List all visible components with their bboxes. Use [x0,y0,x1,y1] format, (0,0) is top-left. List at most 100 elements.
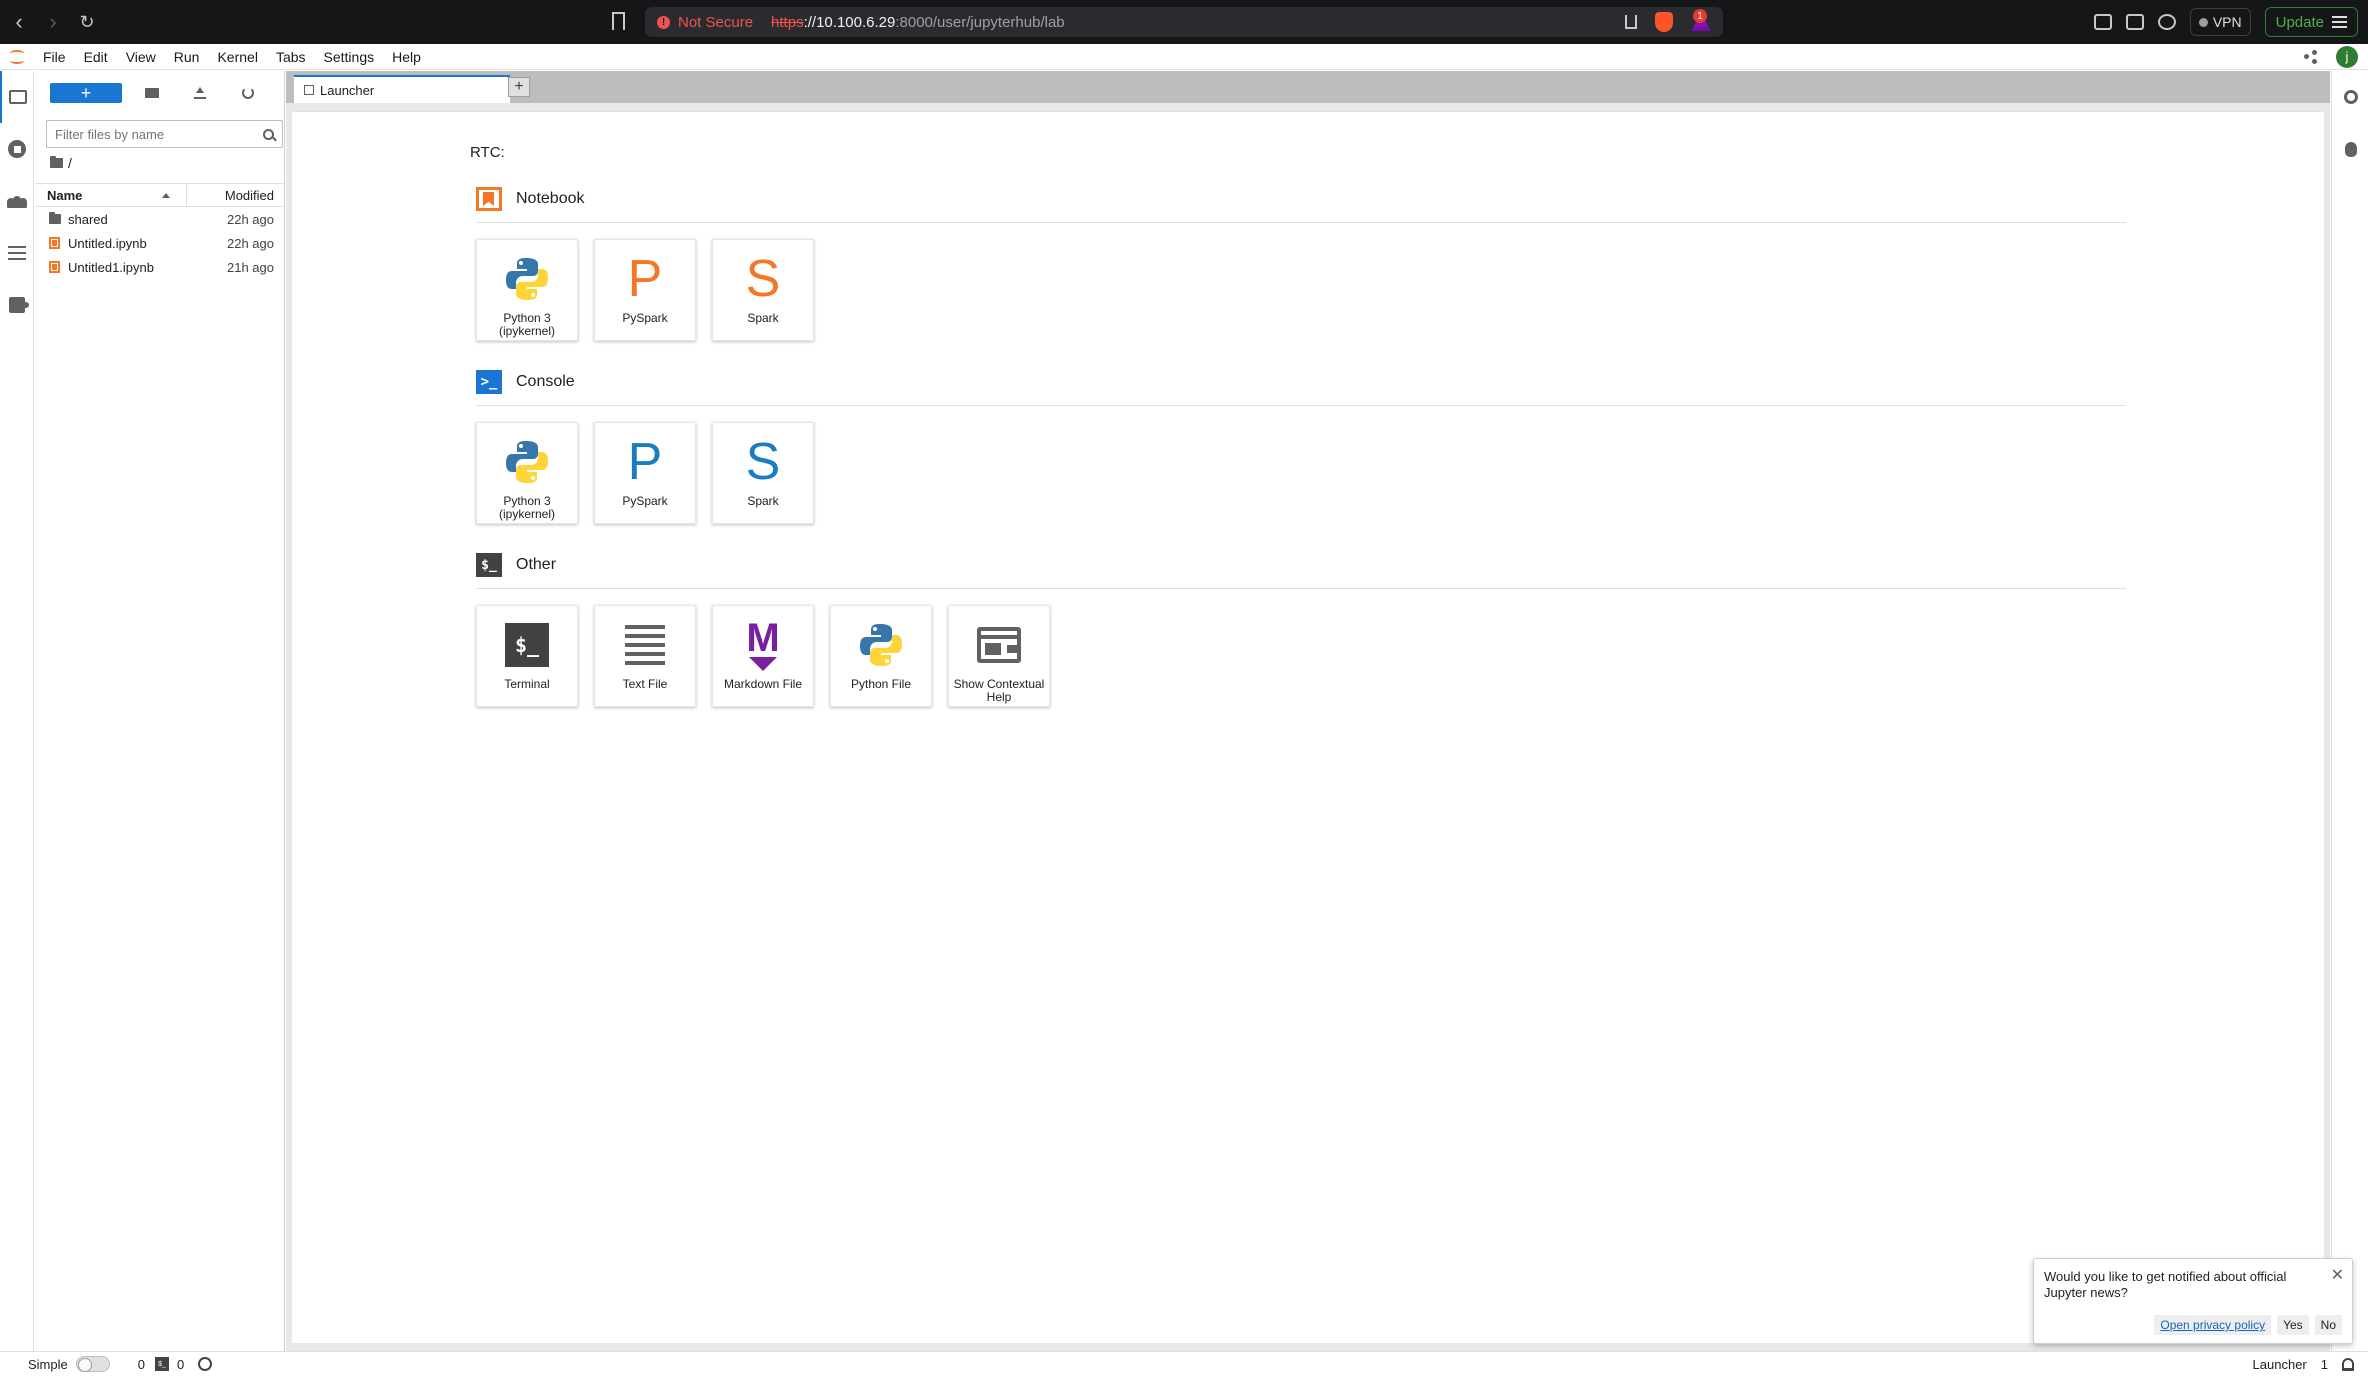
url-path: :8000/user/jupyterhub/lab [895,13,1065,31]
text-file-card[interactable]: Text File [594,605,696,707]
user-avatar[interactable]: j [2336,45,2358,68]
left-activity-bar [0,71,34,1351]
new-launcher-button[interactable]: + [50,83,122,103]
wallet-icon[interactable] [2125,14,2144,30]
reload-button[interactable]: ↻ [72,7,102,37]
menu-run[interactable]: Run [165,44,209,70]
contextual-help-card[interactable]: Show Contextual Help [948,605,1050,707]
terminal-icon: $_ [505,623,549,667]
sort-ascending-icon [162,192,170,198]
notification-count[interactable]: 1 [2321,1357,2328,1372]
upload-button[interactable] [176,81,224,105]
url-scheme: https [771,13,804,31]
refresh-button[interactable] [224,81,272,105]
menu-help[interactable]: Help [383,44,430,70]
notebook-icon [476,187,502,211]
notebook-python3-card[interactable]: Python 3 (ipykernel) [476,239,578,341]
property-inspector-tab[interactable] [2332,71,2368,123]
menu-edit[interactable]: Edit [75,44,117,70]
globe-icon[interactable] [198,1357,213,1371]
notebook-pyspark-card[interactable]: P PySpark [594,239,696,341]
modified-column-header[interactable]: Modified [187,188,284,203]
python-file-card[interactable]: Python File [830,605,932,707]
python-logo-icon [500,435,554,489]
vpn-button[interactable]: VPN [2189,8,2251,36]
simple-mode-label: Simple [28,1356,68,1372]
file-row-shared[interactable]: shared 22h ago [35,207,284,231]
simple-mode-toggle[interactable] [75,1356,110,1372]
home-folder-icon[interactable] [50,156,63,168]
back-button[interactable]: ‹ [4,7,34,37]
brave-shields-icon[interactable] [1655,12,1673,32]
menu-settings[interactable]: Settings [315,44,384,70]
privacy-policy-link[interactable]: Open privacy policy [2154,1315,2272,1335]
table-of-contents-tab[interactable] [0,227,34,279]
forward-button[interactable]: › [38,7,68,37]
section-divider [476,405,2126,406]
file-browser-tab[interactable] [0,71,34,123]
no-button[interactable]: No [2314,1315,2342,1335]
warning-icon: ! [657,15,670,29]
tab-bar: Launcher + [286,71,2330,103]
security-indicator[interactable]: ! Not Secure [657,14,753,31]
tab-launcher[interactable]: Launcher [294,75,510,103]
other-section: $_ Other $_ Terminal Text File M Markdow… [476,552,2126,707]
refresh-icon [242,87,254,99]
breadcrumb: / [35,148,284,178]
name-column-header[interactable]: Name [35,184,187,206]
yes-button[interactable]: Yes [2277,1315,2309,1335]
file-browser-panel: + / Name Modified shared 22h ago Untitle… [35,71,285,1351]
console-python3-card[interactable]: Python 3 (ipykernel) [476,422,578,524]
active-document-label: Launcher [2252,1356,2307,1372]
bell-icon[interactable] [2342,1357,2354,1371]
menu-kernel[interactable]: Kernel [208,44,266,70]
vpn-status-icon [2198,17,2208,27]
running-sessions-tab[interactable] [0,123,34,175]
kernel-count[interactable]: 0 [138,1357,145,1372]
close-notification-button[interactable]: ✕ [2331,1265,2344,1285]
file-row-untitled[interactable]: Untitled.ipynb 22h ago [35,231,284,255]
markdown-file-card[interactable]: M Markdown File [712,605,814,707]
contextual-help-icon [977,627,1021,663]
gear-icon [2343,90,2358,104]
debugger-tab[interactable] [2332,123,2368,175]
menu-file[interactable]: File [34,44,75,70]
update-menu-button[interactable]: Update [2264,7,2358,37]
rtc-label: RTC: [470,144,505,161]
url-scheme-separator: :// [803,13,817,31]
file-row-untitled1[interactable]: Untitled1.ipynb 21h ago [35,255,284,279]
notebook-spark-card[interactable]: S Spark [712,239,814,341]
console-pyspark-card[interactable]: P PySpark [594,422,696,524]
terminal-count[interactable]: 0 [177,1357,184,1372]
section-divider [476,222,2126,223]
python-logo-icon [854,618,908,672]
news-notification: Would you like to get notified about off… [2033,1258,2353,1344]
hamburger-menu-icon [2332,16,2347,28]
share-page-icon[interactable] [1625,15,1637,29]
breadcrumb-root[interactable]: / [68,155,72,171]
share-icon[interactable] [2304,49,2318,64]
section-title: Notebook [516,190,585,207]
terminal-card[interactable]: $_ Terminal [476,605,578,707]
sidebar-toggle-icon[interactable] [2093,14,2112,30]
extension-manager-tab[interactable] [0,279,34,331]
file-filter-input[interactable] [55,126,263,142]
console-icon: >_ [476,370,502,394]
launcher-icon [304,85,314,95]
spark-letter-icon: S [745,433,781,491]
menu-view[interactable]: View [117,44,165,70]
stop-circle-icon [8,140,26,158]
menu-tabs[interactable]: Tabs [267,44,315,70]
bookmark-icon[interactable] [612,12,625,30]
upload-icon [194,87,206,99]
pyspark-letter-icon: P [627,250,663,308]
spark-letter-icon: S [745,250,781,308]
console-spark-card[interactable]: S Spark [712,422,814,524]
new-folder-button[interactable] [128,81,176,105]
address-bar[interactable]: ! Not Secure https :// 10.100.6.29 :8000… [645,7,1723,37]
chevron-left-icon: ‹ [15,9,23,34]
folder-icon [49,212,61,224]
leo-ai-icon[interactable] [2157,14,2176,30]
collaboration-tab[interactable] [0,175,34,227]
add-tab-button[interactable]: + [508,77,530,97]
